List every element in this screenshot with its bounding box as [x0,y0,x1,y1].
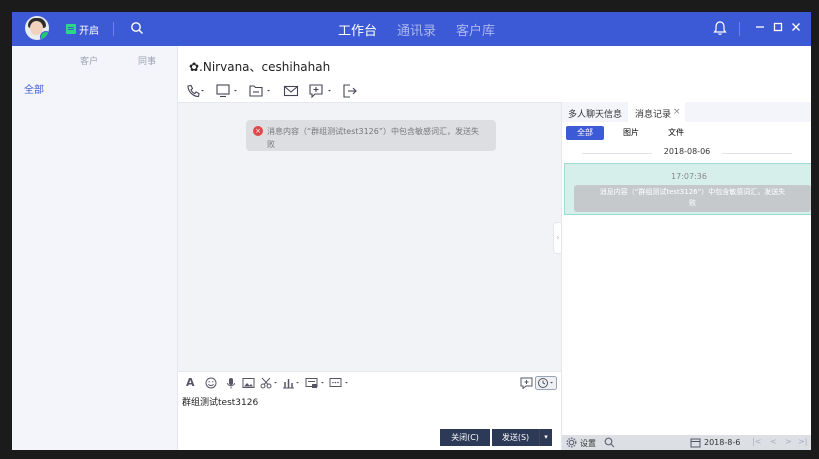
sidebar: 客户 同事 全部 [12,46,178,450]
tab-contacts[interactable]: 通讯录 [397,20,436,39]
editor-toolbar: A [178,371,561,394]
main-nav: 工作台 通讯录 客户库 [338,20,515,39]
phone-icon[interactable] [186,84,204,98]
tab-group-info[interactable]: 多人聊天信息 [568,107,622,120]
filter-files[interactable]: 文件 [657,126,695,140]
next-page-icon[interactable]: > [785,437,792,446]
folder-icon[interactable] [249,84,271,98]
system-message-line-2: 败 [267,140,275,149]
send-options-button[interactable]: ▾ [540,429,552,446]
system-message-line-1: 消息内容（“群组测试test3126”）中包含敏感词汇，发送失 [267,127,480,136]
close-icon[interactable] [790,21,802,33]
screen-share-icon[interactable] [216,84,238,98]
calendar-icon[interactable] [690,437,701,448]
right-panel-tabs: 多人聊天信息 消息记录 × [562,102,811,122]
date-separator: 2018-08-06 [562,147,811,159]
group-icon: ✿. [189,60,203,74]
record-message: 消息内容（“群组测试test3126”）中包含敏感词汇，发送失 败 [574,185,811,212]
chat-title-text: Nirvana、ceshihahah [202,60,331,74]
maximize-icon[interactable] [772,21,784,33]
history-record[interactable]: 17:07:36 消息内容（“群组测试test3126”）中包含敏感词汇，发送失… [564,163,811,215]
app-window: 开启 工作台 通讯录 客户库 客户 同事 全部 ✿.Nirvana、ceshih… [12,12,811,450]
history-icon[interactable] [535,376,557,390]
settings-label[interactable]: 设置 [580,438,596,449]
history-footer: 设置 2018-8-6 |< < > >| [562,435,811,450]
footer-date[interactable]: 2018-8-6 [704,438,740,447]
font-icon[interactable]: A [186,377,195,389]
avatar[interactable] [25,16,49,40]
gear-icon[interactable] [566,437,577,448]
close-tab-icon[interactable]: × [673,107,681,117]
chat-title: ✿.Nirvana、ceshihahah [189,58,330,75]
message-area[interactable]: × 消息内容（“群组测试test3126”）中包含敏感词汇，发送失 败 [178,102,561,371]
exit-icon[interactable] [342,84,358,98]
record-time: 17:07:36 [671,172,707,181]
sidebar-tabs: 客户 同事 [12,46,177,72]
tab-colleagues-list[interactable]: 同事 [138,54,156,67]
emoji-icon[interactable] [205,377,217,389]
minimize-icon[interactable] [754,21,766,33]
image-icon[interactable] [242,377,255,389]
online-status-label: 开启 [79,25,99,37]
message-template-icon[interactable] [329,377,351,389]
microphone-icon[interactable] [225,377,237,389]
screenshot-icon[interactable] [260,377,280,389]
tab-workbench[interactable]: 工作台 [338,20,377,39]
tab-customers[interactable]: 客户库 [456,20,495,39]
flag-icon [66,24,76,34]
bell-icon[interactable] [713,20,727,36]
mail-icon[interactable] [283,84,299,98]
history-filters: 全部 图片 文件 [562,124,811,144]
divider [113,22,114,36]
message-draft[interactable]: 群组测试test3126 [182,395,258,408]
first-page-icon[interactable]: |< [752,437,761,446]
chat-header: ✿.Nirvana、ceshihahah [178,46,811,80]
search-icon[interactable] [604,437,615,448]
quick-reply-icon[interactable] [520,377,534,389]
last-page-icon[interactable]: >| [798,437,807,446]
filter-images[interactable]: 图片 [612,126,650,140]
record-message-line-2: 败 [689,199,696,207]
system-message: × 消息内容（“群组测试test3126”）中包含敏感词汇，发送失 败 [246,120,496,151]
online-check-icon [40,31,49,40]
tab-customers-list[interactable]: 客户 [80,54,98,67]
top-bar: 开启 工作台 通讯录 客户库 [12,12,811,46]
online-status[interactable]: 开启 [66,22,99,37]
right-panel: 多人聊天信息 消息记录 × 全部 图片 文件 2018-08-06 17:07:… [561,102,811,450]
search-icon[interactable] [130,21,144,35]
chat-toolbar [178,80,811,102]
add-message-icon[interactable] [309,84,333,98]
error-icon: × [253,126,263,136]
filter-all[interactable]: 全部 [566,126,604,140]
divider [739,22,740,36]
sidebar-filter-all[interactable]: 全部 [24,81,44,96]
close-button[interactable]: 关闭(C) [440,429,490,446]
prev-page-icon[interactable]: < [770,437,777,446]
record-message-line-1: 消息内容（“群组测试test3126”）中包含敏感词汇，发送失 [599,188,786,196]
card-icon[interactable] [305,377,327,389]
send-button[interactable]: 发送(S) [492,429,540,446]
chart-icon[interactable] [282,377,302,389]
tab-message-history[interactable]: 消息记录 [635,107,671,120]
